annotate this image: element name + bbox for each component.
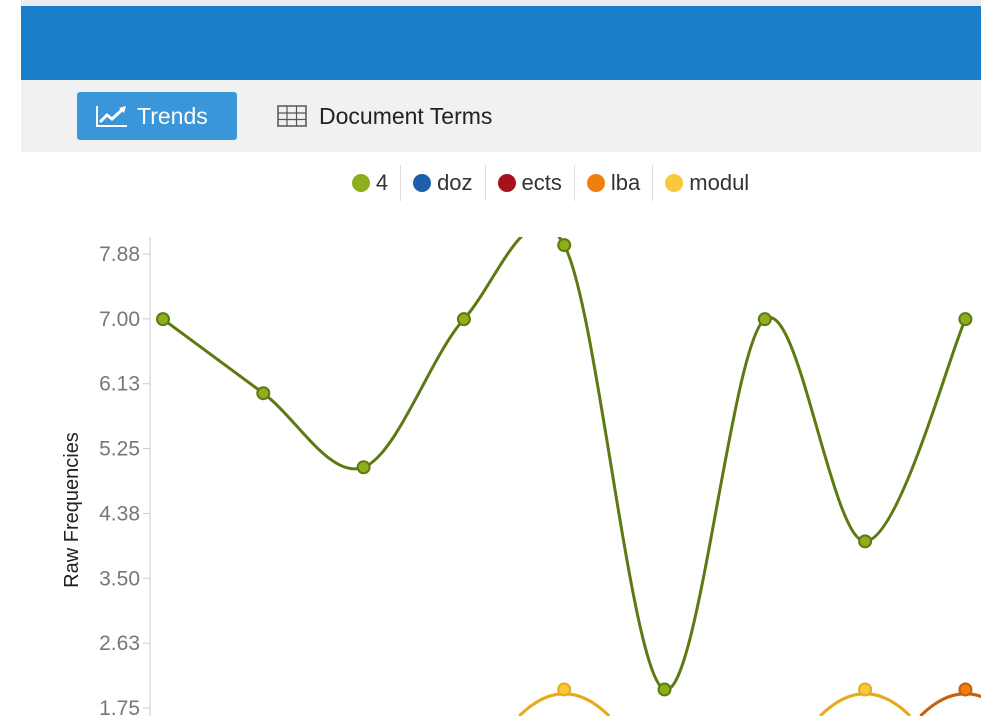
data-point-4[interactable] [557,238,572,253]
data-point-lba[interactable] [958,682,973,697]
y-tick-label: 5.25 [99,438,140,461]
data-point-4[interactable] [858,534,873,549]
y-axis-title: Raw Frequencies [61,432,83,588]
data-point-4[interactable] [256,386,271,401]
y-tick-label: 4.38 [99,502,140,525]
series-line-4 [162,237,967,692]
data-point-4[interactable] [657,682,672,697]
y-tick-label: 7.88 [99,243,140,266]
series-lines [162,237,967,692]
trends-chart: 7.88 7.00 6.13 5.25 4.38 3.50 2.63 1.75 Raw Fre… [61,237,981,716]
y-axis-ticks: 7.88 7.00 6.13 5.25 4.38 3.50 2.63 1.75 [99,243,150,716]
data-point-4[interactable] [958,312,973,327]
series-line-modul [518,692,611,716]
series-line-modul [819,692,912,716]
series-line-lba [919,692,981,716]
data-point-modul[interactable] [557,682,572,697]
series-points [156,238,981,716]
data-point-4[interactable] [356,460,371,475]
data-point-4[interactable] [757,312,772,327]
y-tick-label: 3.50 [99,567,140,590]
data-point-modul[interactable] [858,682,873,697]
y-tick-label: 1.75 [99,697,140,716]
y-tick-label: 7.00 [99,308,140,331]
y-tick-label: 6.13 [99,373,140,396]
y-tick-label: 2.63 [99,632,140,655]
data-point-4[interactable] [456,312,471,327]
data-point-4[interactable] [156,312,170,327]
